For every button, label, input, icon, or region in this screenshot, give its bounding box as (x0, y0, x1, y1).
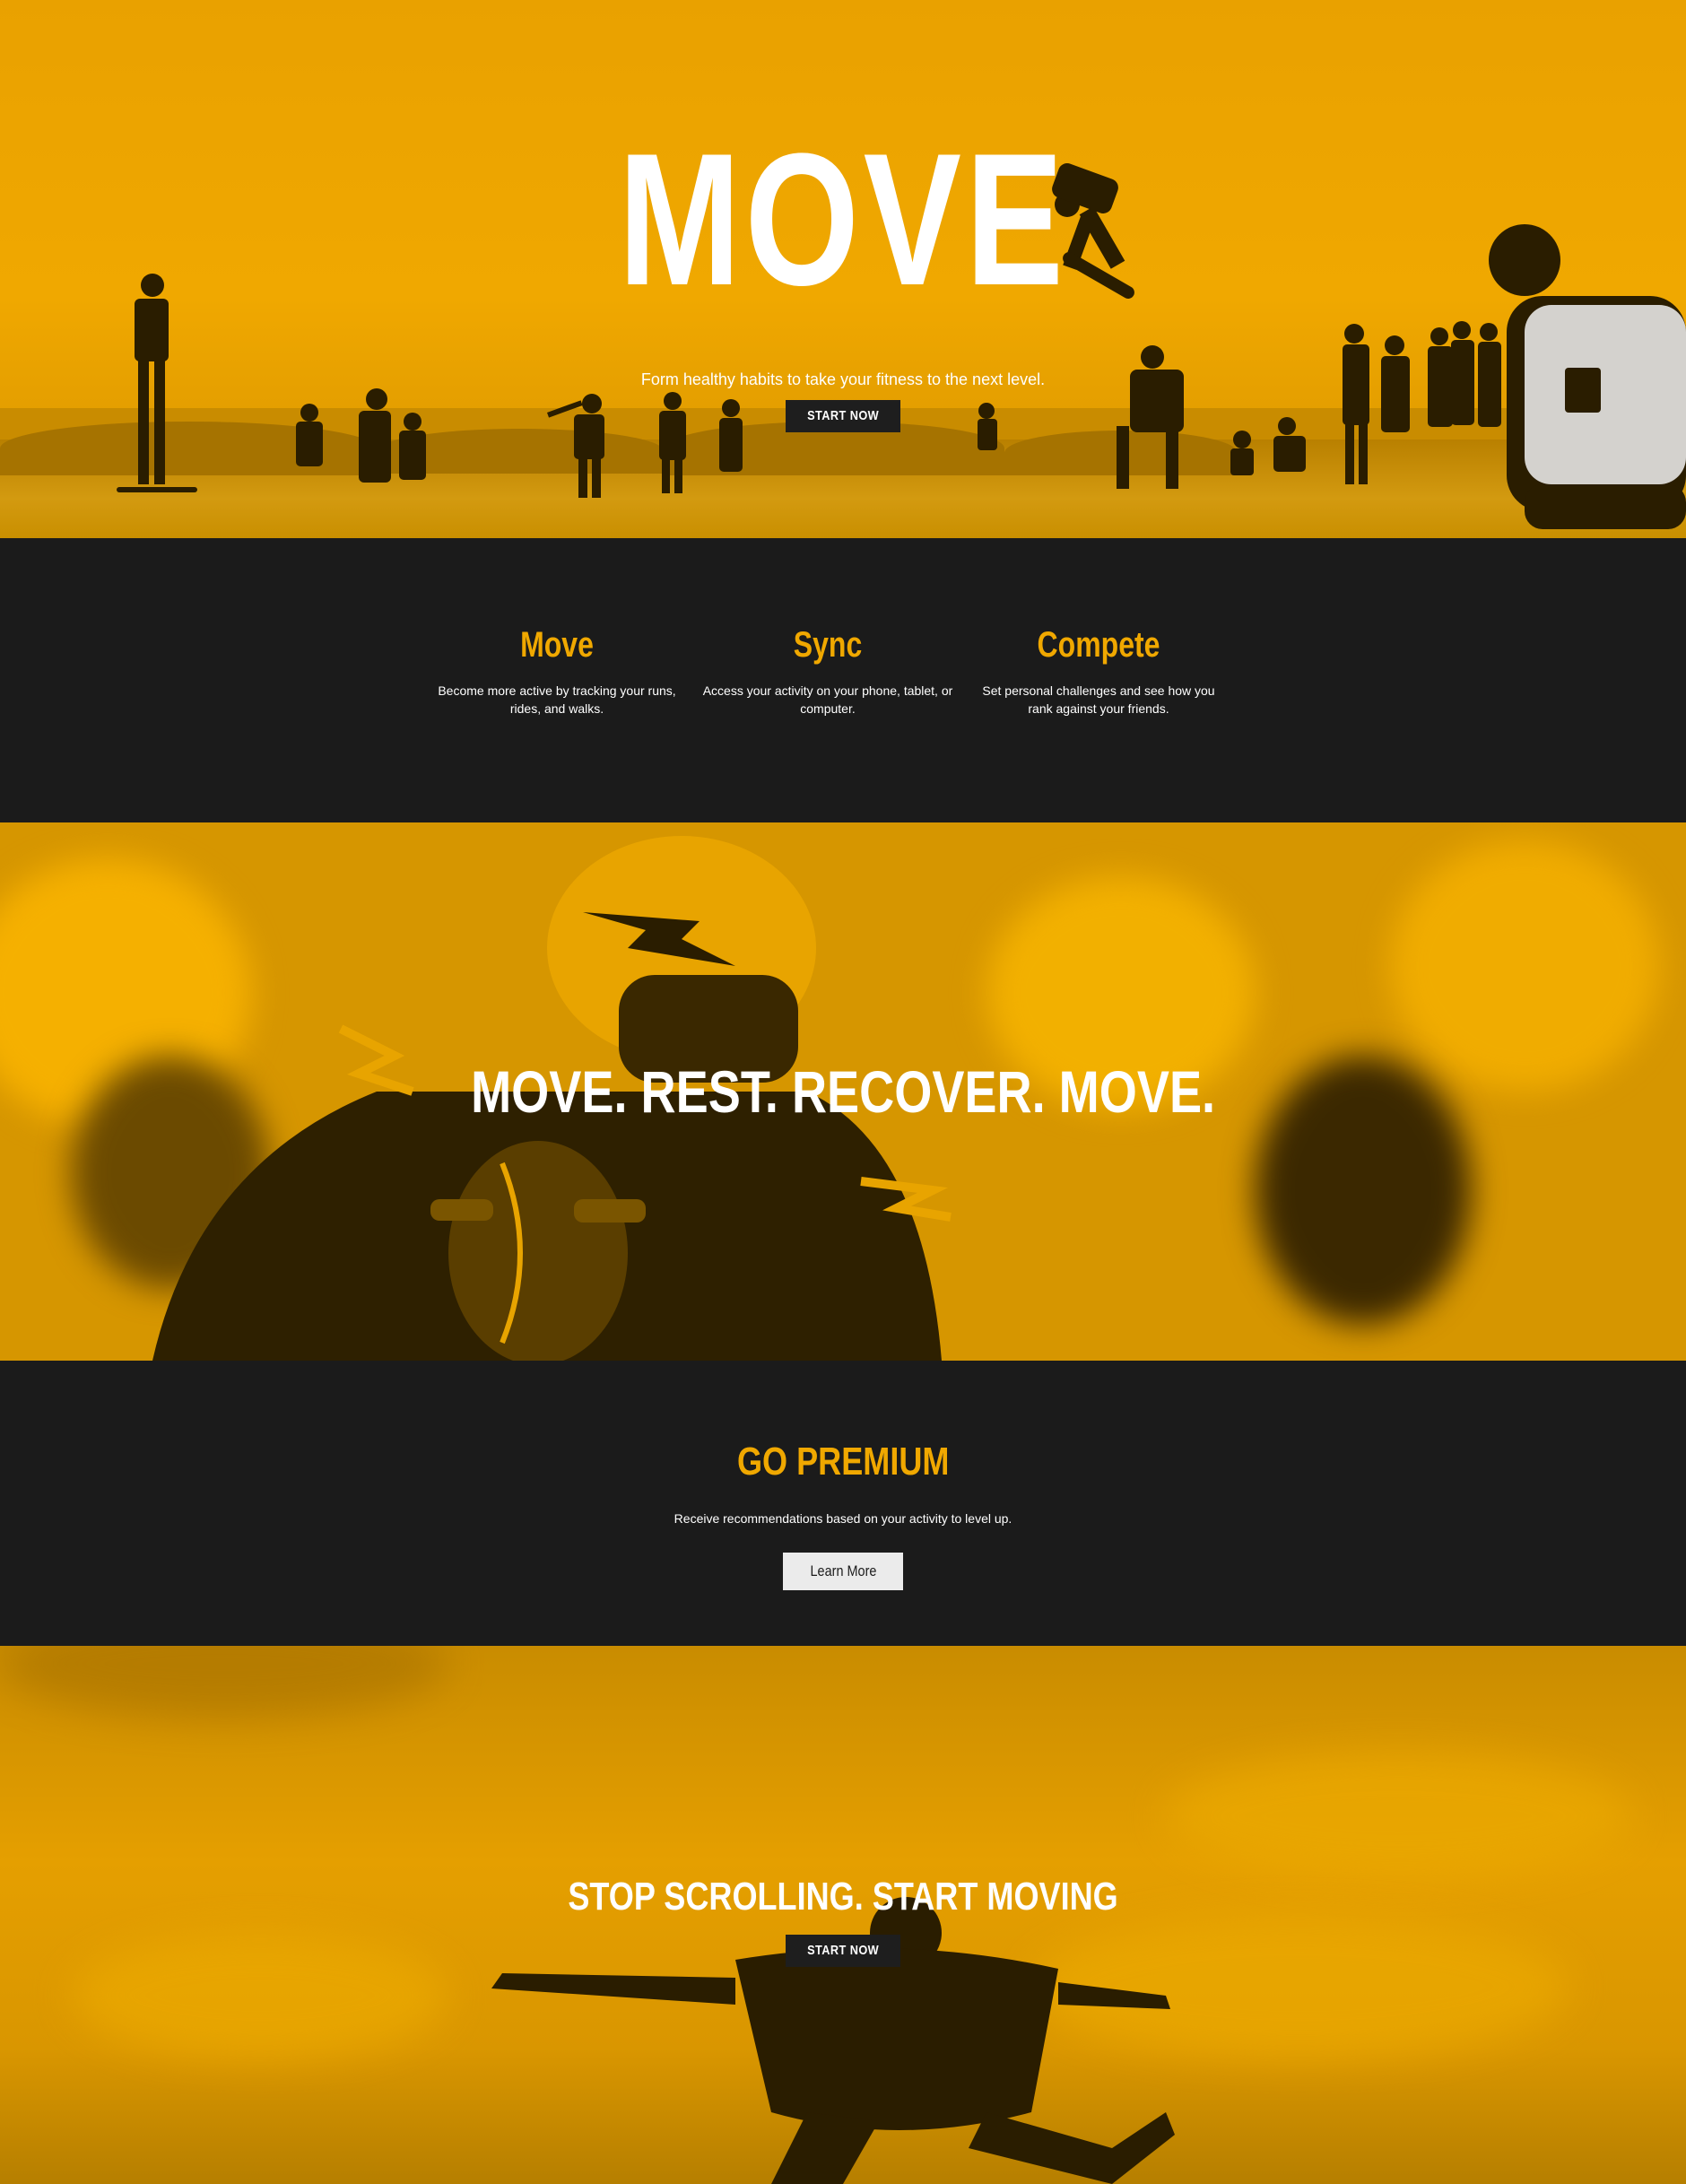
closing-section: STOP SCROLLING. START MOVING START NOW (0, 1646, 1686, 2184)
feature-move: Move Become more active by tracking your… (431, 625, 682, 718)
feature-compete: Compete Set personal challenges and see … (973, 625, 1224, 718)
banner-title: MOVE. REST. RECOVER. MOVE. (0, 1057, 1686, 1126)
feature-compete-title: Compete (1037, 625, 1160, 665)
closing-start-now-button[interactable]: START NOW (786, 1935, 900, 1967)
features-section: Move Become more active by tracking your… (0, 538, 1686, 822)
learn-more-label: Learn More (810, 1562, 876, 1579)
learn-more-button[interactable]: Learn More (783, 1553, 903, 1590)
hero-start-now-label: START NOW (806, 408, 880, 423)
feature-move-text: Become more active by tracking your runs… (438, 683, 676, 716)
closing-title: STOP SCROLLING. START MOVING (0, 1875, 1686, 1919)
feature-compete-text: Set personal challenges and see how you … (982, 683, 1215, 716)
feature-move-title: Move (520, 625, 594, 665)
hero-start-now-button[interactable]: START NOW (786, 400, 900, 432)
hero-title: MOVE (618, 114, 1068, 325)
closing-start-now-label: START NOW (806, 1943, 880, 1958)
premium-section: GO PREMIUM Receive recommendations based… (0, 1361, 1686, 1646)
closing-title-text: STOP SCROLLING. START MOVING (568, 1875, 1118, 1919)
hero-section: MOVE Form healthy habits to take your fi… (0, 0, 1686, 538)
feature-sync-text: Access your activity on your phone, tabl… (702, 683, 953, 716)
feature-sync-title: Sync (793, 625, 863, 665)
premium-text: Receive recommendations based on your ac… (674, 1511, 1012, 1526)
banner-title-text: MOVE. REST. RECOVER. MOVE. (471, 1058, 1215, 1125)
football-banner-section: MOVE. REST. RECOVER. MOVE. (0, 822, 1686, 1361)
premium-title: GO PREMIUM (0, 1440, 1686, 1484)
feature-sync: Sync Access your activity on your phone,… (702, 625, 953, 718)
hero-subtitle: Form healthy habits to take your fitness… (640, 370, 1046, 388)
premium-title-text: GO PREMIUM (736, 1440, 950, 1484)
